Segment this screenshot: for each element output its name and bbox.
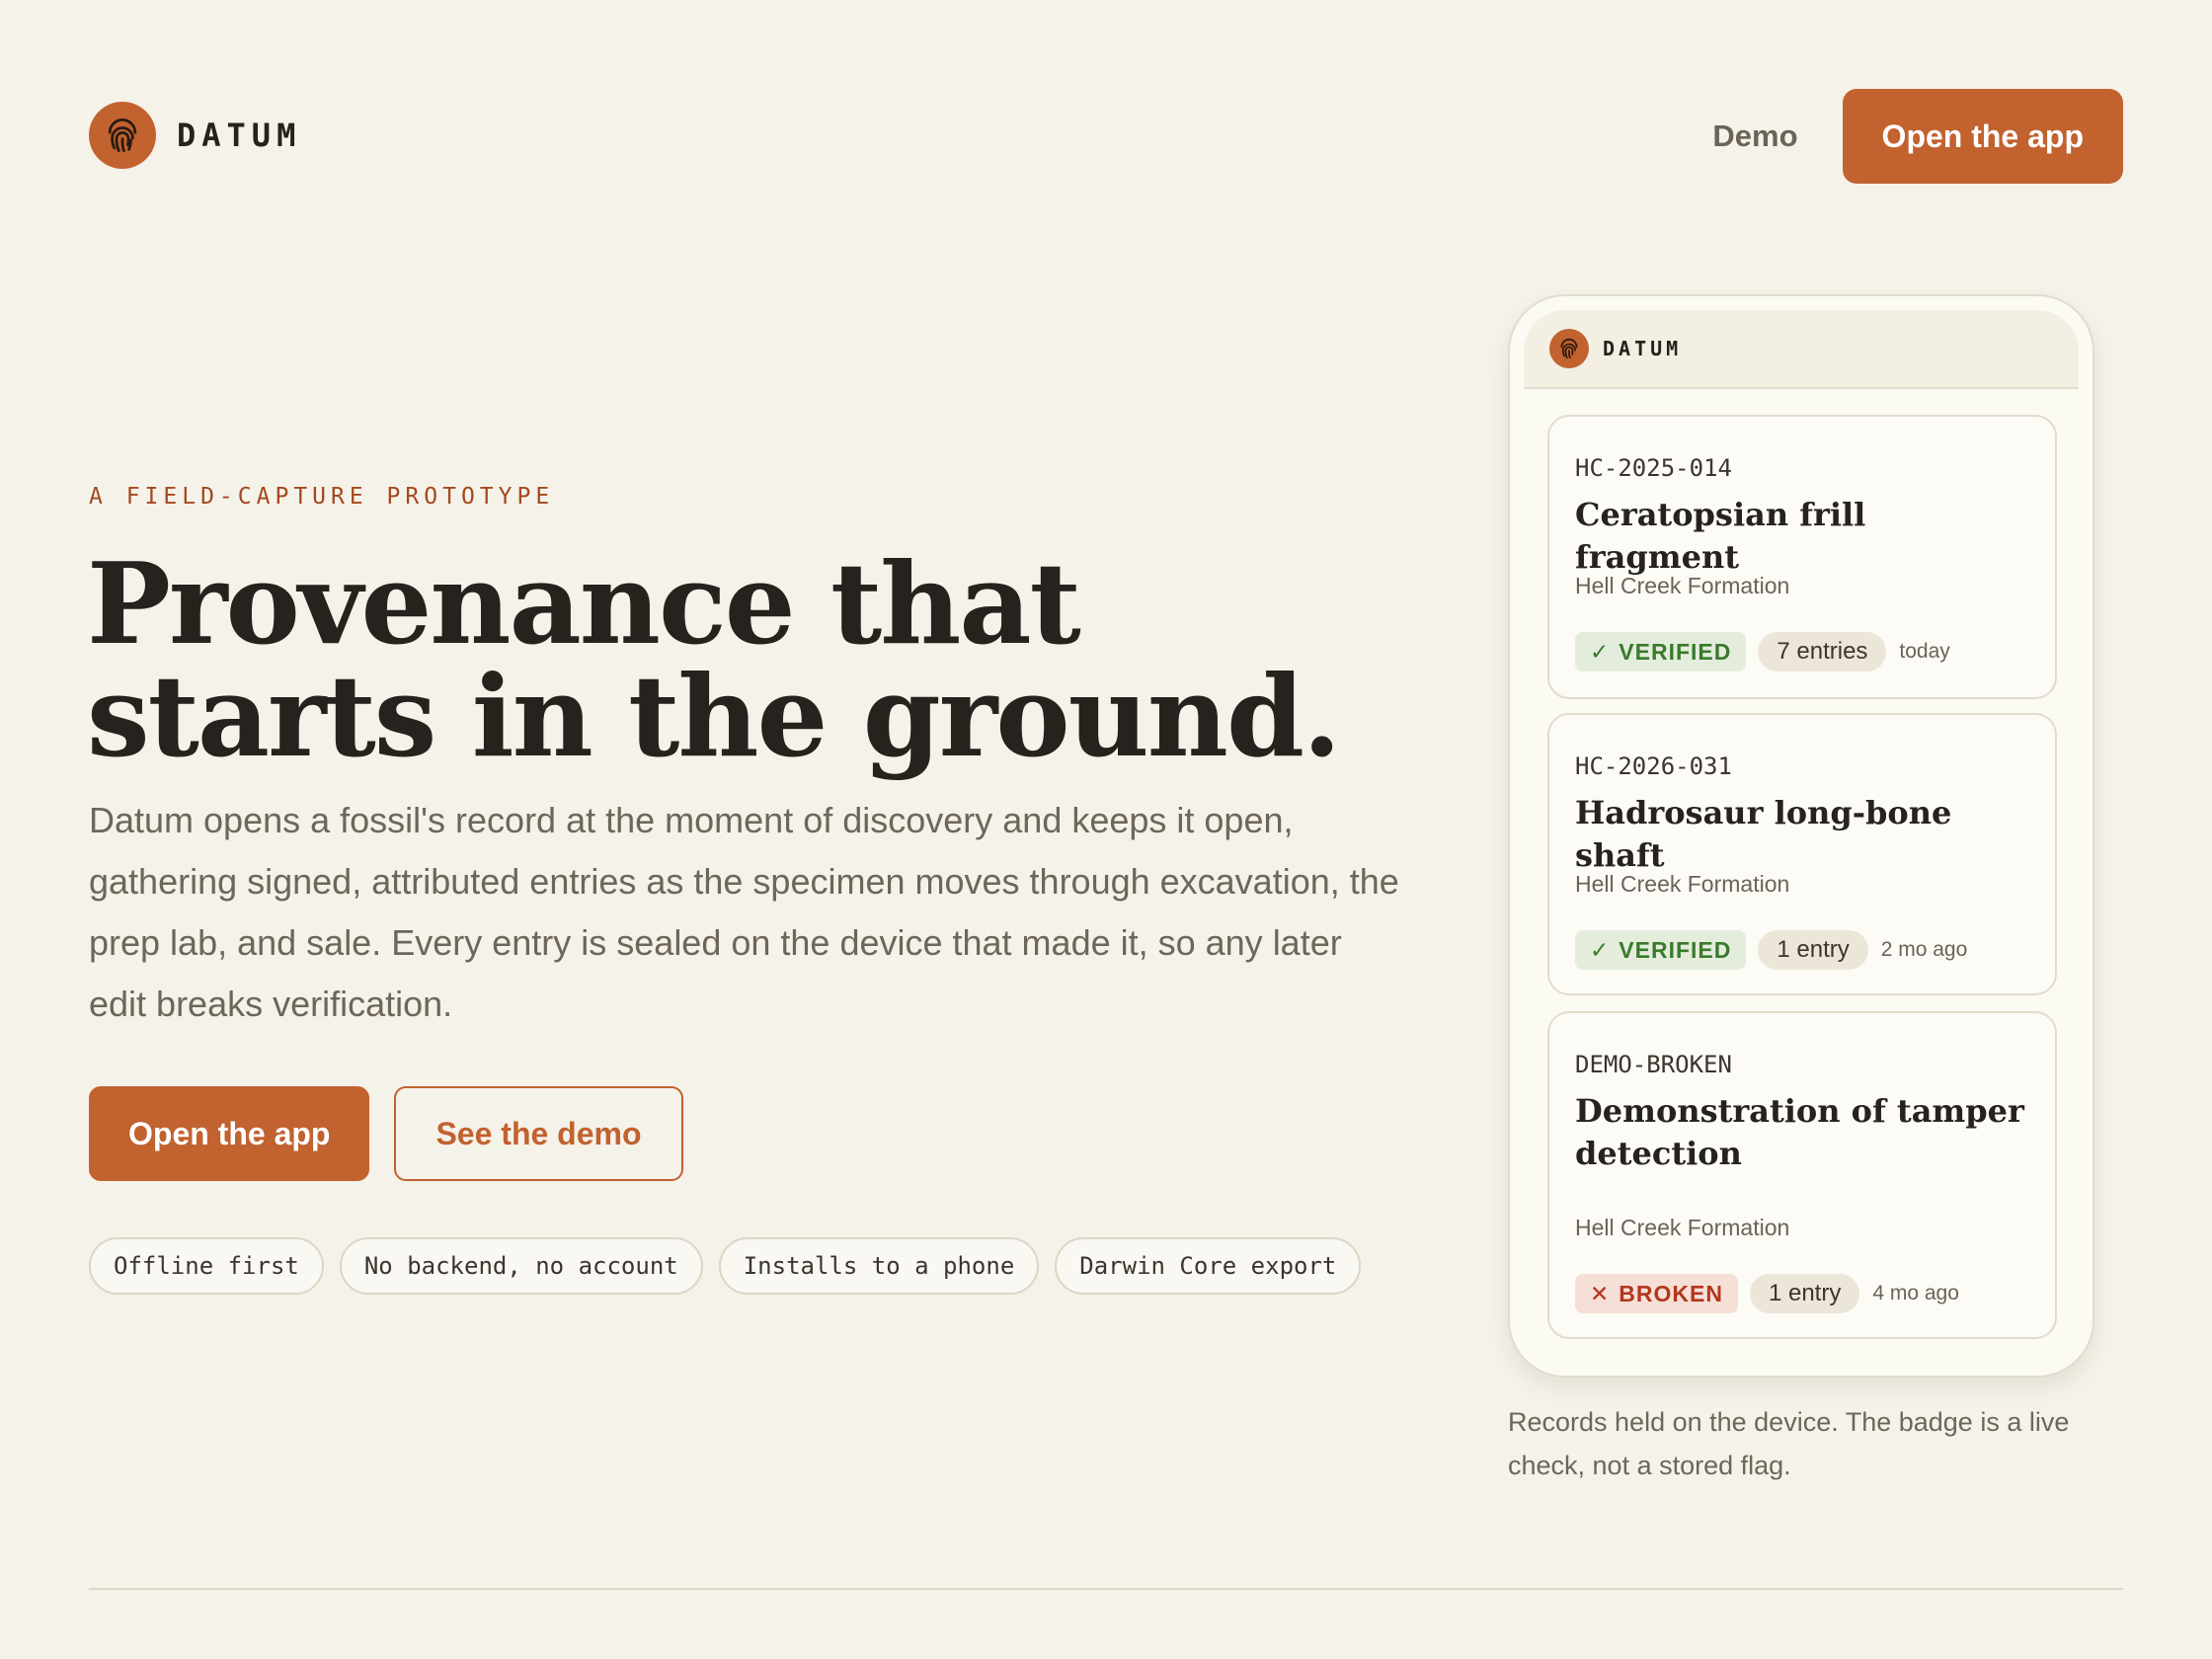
- record-id: DEMO-BROKEN: [1575, 1051, 1732, 1078]
- record-title: Hadrosaur long-bone shaft: [1575, 794, 1952, 874]
- status-badge: ✕ BROKEN: [1575, 1274, 1738, 1313]
- fingerprint-icon: [89, 102, 156, 169]
- record-age: today: [1899, 640, 1950, 663]
- hero-description: Datum opens a fossil's record at the mom…: [89, 800, 1399, 1024]
- record-meta: ✓ VERIFIED 7 entries today: [1575, 632, 1950, 672]
- record-location: Hell Creek Formation: [1575, 1215, 1790, 1240]
- check-icon: ✓: [1590, 638, 1611, 665]
- hero-headline: Provenance that starts in the ground.: [87, 548, 1371, 773]
- phone-brand-name: DATUM: [1603, 337, 1683, 360]
- record-card[interactable]: DEMO-BROKEN Demonstration of tamper dete…: [1547, 1011, 2057, 1339]
- headline-line-2: starts in the ground.: [87, 651, 1341, 782]
- status-label: BROKEN: [1619, 1280, 1723, 1306]
- entry-count: 1 entry: [1758, 930, 1868, 970]
- brand-name: DATUM: [177, 117, 302, 154]
- feature-chip: No backend, no account: [339, 1237, 703, 1295]
- phone-caption: Records held on the device. The badge is…: [1508, 1407, 2070, 1480]
- status-label: VERIFIED: [1619, 936, 1732, 963]
- record-location: Hell Creek Formation: [1575, 871, 1790, 897]
- phone-app-bar: DATUM: [1524, 310, 2079, 389]
- open-app-button[interactable]: Open the app: [89, 1086, 370, 1181]
- top-nav: Demo Open the app: [1712, 89, 2123, 184]
- feature-chips: Offline first No backend, no account Ins…: [89, 1237, 1377, 1295]
- feature-chip: Installs to a phone: [718, 1237, 1040, 1295]
- section-divider: [89, 1588, 2123, 1590]
- record-meta: ✓ VERIFIED 1 entry 2 mo ago: [1575, 930, 1967, 970]
- check-icon: ✓: [1590, 936, 1611, 963]
- record-age: 4 mo ago: [1872, 1282, 1959, 1304]
- feature-chip: Offline first: [89, 1237, 324, 1295]
- record-meta: ✕ BROKEN 1 entry 4 mo ago: [1575, 1274, 1959, 1313]
- status-label: VERIFIED: [1619, 638, 1732, 665]
- cta-row: Open the app See the demo: [89, 1086, 683, 1181]
- site-header: DATUM Demo Open the app: [89, 89, 2123, 184]
- record-title: Ceratopsian frill fragment: [1575, 496, 1866, 576]
- feature-chip: Darwin Core export: [1055, 1237, 1362, 1295]
- fingerprint-icon: [1549, 329, 1589, 368]
- open-app-button-header[interactable]: Open the app: [1842, 89, 2123, 184]
- status-badge: ✓ VERIFIED: [1575, 632, 1747, 672]
- record-title: Demonstration of tamper detection: [1575, 1092, 2024, 1172]
- record-id: HC-2026-031: [1575, 752, 1732, 780]
- record-card[interactable]: HC-2026-031 Hadrosaur long-bone shaft He…: [1547, 713, 2057, 995]
- see-demo-button[interactable]: See the demo: [394, 1086, 683, 1181]
- eyebrow-label: A FIELD-CAPTURE PROTOTYPE: [89, 484, 555, 510]
- x-icon: ✕: [1590, 1280, 1611, 1306]
- status-badge: ✓ VERIFIED: [1575, 930, 1747, 970]
- record-id: HC-2025-014: [1575, 454, 1732, 482]
- brand[interactable]: DATUM: [89, 102, 301, 169]
- record-card[interactable]: HC-2025-014 Ceratopsian frill fragment H…: [1547, 415, 2057, 699]
- record-age: 2 mo ago: [1880, 938, 1968, 961]
- entry-count: 1 entry: [1749, 1274, 1860, 1313]
- entry-count: 7 entries: [1758, 632, 1887, 672]
- demo-link[interactable]: Demo: [1712, 118, 1797, 154]
- record-location: Hell Creek Formation: [1575, 573, 1790, 598]
- phone-mockup: DATUM HC-2025-014 Ceratopsian frill frag…: [1508, 294, 2094, 1378]
